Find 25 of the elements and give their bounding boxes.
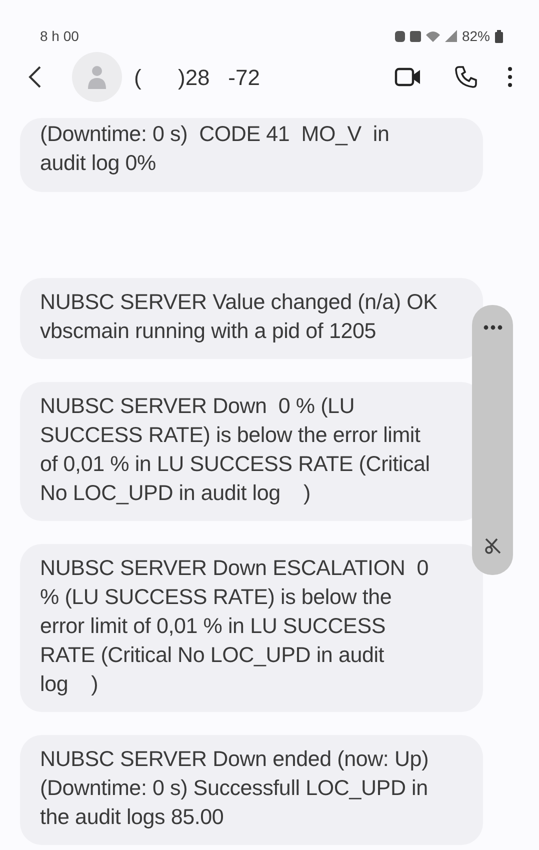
- message-text: (Downtime: 0 s) CODE 41 MO_V in: [40, 121, 390, 148]
- message-text: SUCCESS RATE) is below the error limit: [40, 422, 422, 449]
- message-text: No LOC_UPD in audit log ): [40, 480, 312, 507]
- status-time: 8 h 00: [40, 26, 79, 46]
- edge-panel-handle[interactable]: [472, 305, 513, 575]
- message-text: (Downtime: 0 s) Successfull LOC_UPD in: [40, 775, 429, 802]
- scissors-icon[interactable]: [484, 537, 502, 555]
- battery-icon: [495, 30, 503, 42]
- message-text: NUBSC SERVER Down ended (now: Up): [40, 746, 430, 773]
- message-text: NUBSC SERVER Down 0 % (LU: [40, 393, 356, 420]
- message-text: NUBSC SERVER Down ESCALATION 0: [40, 555, 430, 582]
- message-text: vbscmain running with a pid of 1205: [40, 318, 378, 345]
- more-icon[interactable]: [482, 325, 502, 330]
- message-text: the audit logs 85.00: [40, 804, 225, 831]
- message-text: audit log 0%: [40, 150, 157, 177]
- contact-number[interactable]: ( )28 -72: [134, 60, 260, 94]
- message-text: log ): [40, 671, 100, 698]
- message-text: % (LU SUCCESS RATE) is below the: [40, 584, 393, 611]
- signal-icon: [444, 30, 457, 42]
- message-text: NUBSC SERVER Value changed (n/a) OK: [40, 289, 438, 316]
- wifi-icon: [426, 30, 440, 42]
- message-text: RATE (Critical No LOC_UPD in audit: [40, 642, 386, 669]
- message-text: error limit of 0,01 % in LU SUCCESS: [40, 613, 386, 640]
- message-text: of 0,01 % in LU SUCCESS RATE (Critical: [40, 451, 431, 478]
- battery-level: 82%: [462, 26, 490, 46]
